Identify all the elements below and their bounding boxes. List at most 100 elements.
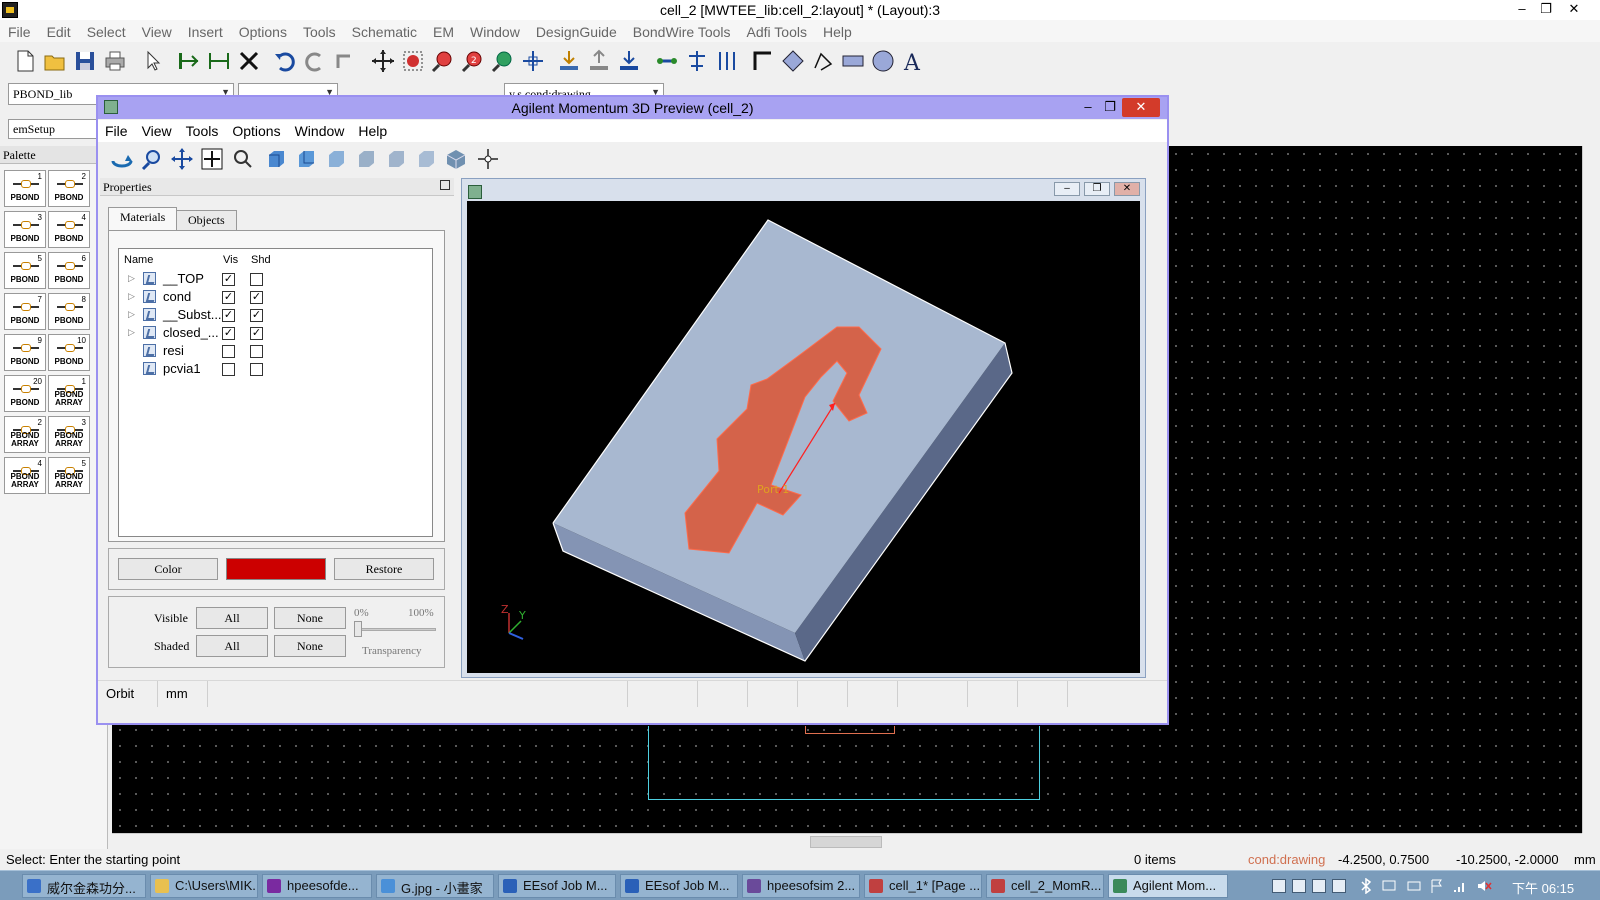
palette-item[interactable]: 10 PBOND (48, 334, 90, 371)
minimize-button[interactable]: – (1510, 0, 1534, 20)
zoom-2x-icon[interactable]: 2 (460, 48, 486, 74)
menu-help[interactable]: Help (815, 20, 860, 42)
preview-menu-help[interactable]: Help (351, 120, 394, 139)
menu-bondwire-tools[interactable]: BondWire Tools (625, 20, 739, 42)
menu-designguide[interactable]: DesignGuide (528, 20, 625, 42)
save-icon[interactable] (72, 48, 98, 74)
taskbar-task[interactable]: EEsof Job M... (620, 874, 738, 898)
expand-arrow-icon[interactable]: ▷ (128, 273, 135, 284)
horizontal-scrollbar[interactable] (112, 833, 1582, 849)
viewport-minimize-button[interactable]: – (1054, 182, 1080, 196)
view-right-icon[interactable] (414, 147, 438, 171)
visible-checkbox[interactable]: ✓ (222, 273, 235, 286)
shaded-none-button[interactable]: None (274, 635, 346, 657)
preview-maximize-button[interactable]: ❐ (1098, 97, 1122, 117)
vertical-scrollbar[interactable] (1582, 146, 1600, 833)
menu-options[interactable]: Options (231, 20, 295, 42)
expand-arrow-icon[interactable]: ▷ (128, 291, 135, 302)
view-iso-icon[interactable] (444, 147, 468, 171)
insert-rectangle-icon[interactable] (840, 48, 866, 74)
taskbar-task[interactable]: cell_2_MomR... (986, 874, 1104, 898)
material-row[interactable]: ▷ closed_... ✓ ✓ (119, 325, 432, 343)
align-icon[interactable] (684, 48, 710, 74)
material-row[interactable]: ▷ __TOP ✓ (119, 271, 432, 289)
ruler-icon[interactable] (654, 48, 680, 74)
pan-icon[interactable] (170, 147, 194, 171)
taskbar-task[interactable]: cell_1* [Page ... (864, 874, 982, 898)
transparency-slider-track[interactable] (354, 628, 436, 631)
push-down-icon[interactable] (556, 48, 582, 74)
taskbar-task[interactable]: EEsof Job M... (498, 874, 616, 898)
crosshair-icon[interactable] (476, 147, 500, 171)
shaded-checkbox[interactable] (250, 345, 263, 358)
menu-select[interactable]: Select (79, 20, 134, 42)
expand-arrow-icon[interactable]: ▷ (128, 327, 135, 338)
taskbar-task[interactable]: Agilent Mom... (1108, 874, 1228, 898)
signal-icon[interactable] (1452, 878, 1468, 894)
palette-item[interactable]: 20 PBOND (4, 375, 46, 412)
zoom-in-icon[interactable] (430, 48, 456, 74)
material-row[interactable]: resi (119, 343, 432, 361)
insert-polyline-icon[interactable] (810, 48, 836, 74)
menu-em[interactable]: EM (425, 20, 462, 42)
taskbar-task[interactable]: hpeesofde... (262, 874, 372, 898)
pan-icon[interactable] (370, 48, 396, 74)
view-left-icon[interactable] (384, 147, 408, 171)
preview-minimize-button[interactable]: – (1076, 97, 1100, 117)
palette-item[interactable]: 4 PBOND ARRAY (4, 457, 46, 494)
insert-text-icon[interactable]: A (900, 48, 926, 74)
distribute-icon[interactable] (714, 48, 740, 74)
snap-icon[interactable] (520, 48, 546, 74)
menu-window[interactable]: Window (462, 20, 528, 42)
delete-icon[interactable] (236, 48, 262, 74)
undock-icon[interactable] (440, 180, 450, 190)
preview-menu-window[interactable]: Window (288, 120, 352, 139)
insert-circle-icon[interactable] (870, 48, 896, 74)
color-swatch[interactable] (226, 558, 326, 580)
taskbar-task[interactable]: hpeesofsim 2... (742, 874, 860, 898)
undo-icon[interactable] (272, 48, 298, 74)
taskbar-task[interactable]: G.jpg - 小畫家 (376, 874, 494, 898)
redo-icon[interactable] (302, 48, 328, 74)
restore-button[interactable]: ❐ (1534, 0, 1558, 20)
view-bottom-icon[interactable] (354, 147, 378, 171)
palette-item[interactable]: 5 PBOND ARRAY (48, 457, 90, 494)
keyboard-icon[interactable] (1406, 878, 1422, 894)
tab-objects[interactable]: Objects (176, 210, 237, 230)
menu-schematic[interactable]: Schematic (344, 20, 425, 42)
pop-up-icon[interactable] (586, 48, 612, 74)
open-folder-icon[interactable] (42, 48, 68, 74)
insert-polygon-icon[interactable] (780, 48, 806, 74)
preview-menu-view[interactable]: View (135, 120, 179, 139)
materials-list[interactable]: Name Vis Shd ▷ __TOP ✓ ▷ cond ✓ ✓ ▷ __Subst... ✓ ✓… (118, 248, 433, 537)
palette-item[interactable]: 8 PBOND (48, 293, 90, 330)
redo-alt-icon[interactable] (332, 48, 358, 74)
viewport-maximize-button[interactable]: ❐ (1084, 182, 1110, 196)
view-front-icon[interactable] (264, 147, 288, 171)
taskbar-task[interactable]: C:\Users\MIK... (150, 874, 258, 898)
taskbar-clock[interactable]: 下午 06:15 (1512, 878, 1574, 897)
palette-item[interactable]: 2 PBOND ARRAY (4, 416, 46, 453)
palette-item[interactable]: 5 PBOND (4, 252, 46, 289)
momentum-3d-preview-window[interactable]: Agilent Momentum 3D Preview (cell_2) – ❐… (96, 95, 1169, 725)
action-center-flag-icon[interactable] (1430, 878, 1444, 894)
shaded-checkbox[interactable]: ✓ (250, 309, 263, 322)
main-title-bar[interactable]: cell_2 [MWTEE_lib:cell_2:layout] * (Layo… (0, 0, 1600, 20)
shaded-all-button[interactable]: All (196, 635, 268, 657)
palette-item[interactable]: 7 PBOND (4, 293, 46, 330)
palette-item[interactable]: 9 PBOND (4, 334, 46, 371)
move-icon[interactable] (176, 48, 202, 74)
emsetup-combo[interactable]: emSetup (8, 119, 100, 139)
material-row[interactable]: ▷ __Subst... ✓ ✓ (119, 307, 432, 325)
menu-file[interactable]: File (0, 20, 39, 42)
visible-checkbox[interactable] (222, 345, 235, 358)
tray-icon[interactable] (1292, 879, 1306, 893)
scrollbar-thumb[interactable] (810, 836, 882, 848)
new-file-icon[interactable] (12, 48, 38, 74)
insert-trace-icon[interactable] (750, 48, 776, 74)
menu-view[interactable]: View (134, 20, 180, 42)
palette-item[interactable]: 1 PBOND ARRAY (48, 375, 90, 412)
menu-edit[interactable]: Edit (39, 20, 79, 42)
orbit-icon[interactable] (110, 147, 134, 171)
palette-item[interactable]: 3 PBOND ARRAY (48, 416, 90, 453)
